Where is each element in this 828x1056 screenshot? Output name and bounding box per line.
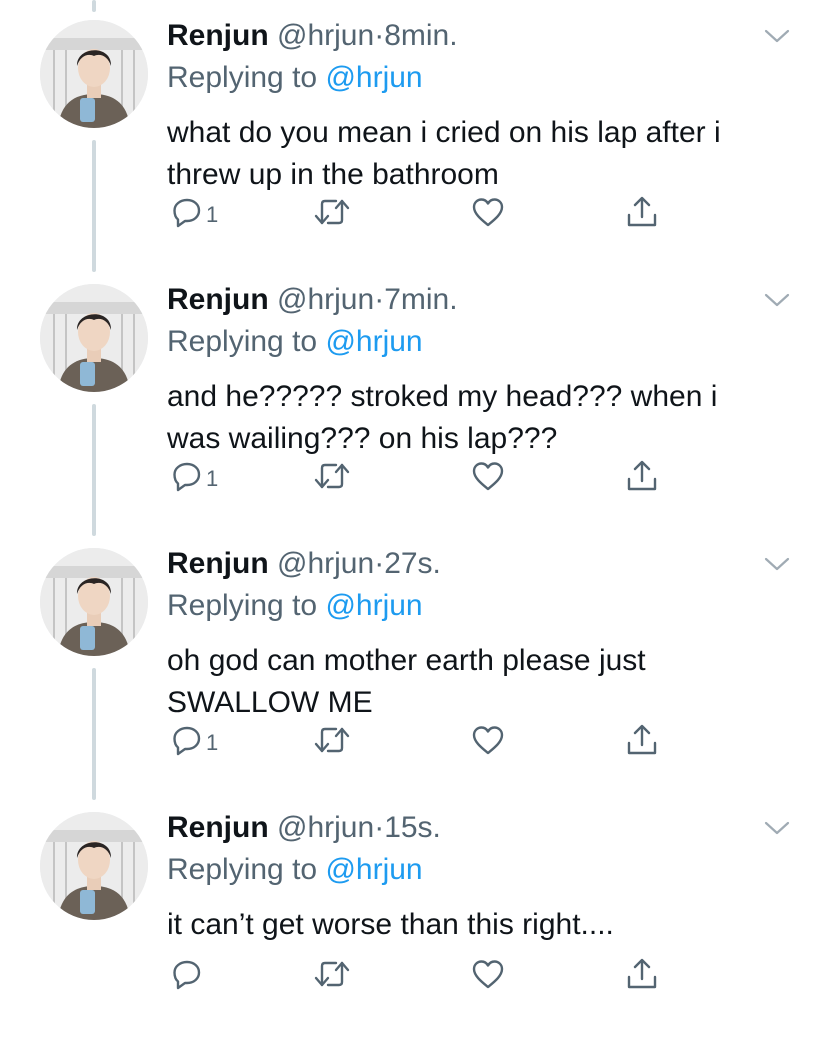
tweet-text: what do you mean i cried on his lap afte… bbox=[167, 116, 721, 191]
tweet-actions: 1 bbox=[167, 722, 667, 758]
replying-to-line: Replying to @hrjun bbox=[167, 851, 787, 889]
replying-to-link[interactable]: @hrjun bbox=[325, 325, 422, 358]
share-icon bbox=[627, 460, 657, 491]
separator-dot: · bbox=[374, 283, 385, 316]
reply-button[interactable]: 1 bbox=[171, 722, 218, 758]
heart-icon bbox=[472, 960, 504, 989]
reply-icon bbox=[173, 198, 201, 228]
replying-to-line: Replying to @hrjun bbox=[167, 323, 787, 361]
separator-dot: · bbox=[374, 811, 385, 844]
display-name[interactable]: Renjun bbox=[167, 19, 269, 52]
share-button[interactable] bbox=[625, 458, 659, 494]
replying-to-link[interactable]: @hrjun bbox=[325, 589, 422, 622]
tweet-header: Renjun @hrjun·8min. bbox=[167, 17, 787, 55]
share-button[interactable] bbox=[625, 722, 659, 758]
avatar[interactable] bbox=[40, 812, 148, 920]
tweet-header: Renjun @hrjun·27s. bbox=[167, 545, 787, 583]
reply-icon bbox=[173, 726, 201, 756]
tweet-text: oh god can mother earth please just SWAL… bbox=[167, 644, 646, 719]
tweet[interactable]: Renjun @hrjun·27s. Replying to @hrjun oh… bbox=[0, 528, 828, 792]
reply-count: 1 bbox=[206, 202, 219, 227]
tweet-text: and he????? stroked my head??? when i wa… bbox=[167, 380, 718, 455]
retweet-button[interactable] bbox=[313, 458, 351, 494]
like-button[interactable] bbox=[471, 956, 505, 992]
replying-to-link[interactable]: @hrjun bbox=[325, 853, 422, 886]
chevron-down-icon[interactable] bbox=[764, 292, 790, 308]
like-button[interactable] bbox=[471, 194, 505, 230]
reply-count: 1 bbox=[206, 466, 219, 491]
retweet-button[interactable] bbox=[313, 956, 351, 992]
share-icon bbox=[627, 196, 657, 227]
user-handle[interactable]: @hrjun bbox=[277, 19, 374, 52]
tweet[interactable]: Renjun @hrjun·8min. Replying to @hrjun w… bbox=[0, 0, 828, 264]
share-icon bbox=[627, 958, 657, 989]
replying-prefix: Replying to bbox=[167, 61, 318, 94]
retweet-icon bbox=[314, 727, 350, 753]
replying-prefix: Replying to bbox=[167, 853, 318, 886]
timestamp[interactable]: 27s. bbox=[384, 547, 441, 580]
chevron-down-icon[interactable] bbox=[764, 820, 790, 836]
display-name[interactable]: Renjun bbox=[167, 547, 269, 580]
user-handle[interactable]: @hrjun bbox=[277, 283, 374, 316]
heart-icon bbox=[472, 462, 504, 491]
retweet-icon bbox=[314, 961, 350, 987]
replying-prefix: Replying to bbox=[167, 325, 318, 358]
retweet-button[interactable] bbox=[313, 194, 351, 230]
user-handle[interactable]: @hrjun bbox=[277, 811, 374, 844]
like-button[interactable] bbox=[471, 458, 505, 494]
heart-icon bbox=[472, 198, 504, 227]
tweet-actions bbox=[167, 956, 667, 992]
retweet-icon bbox=[314, 463, 350, 489]
tweet-header: Renjun @hrjun·7min. bbox=[167, 281, 787, 319]
replying-to-line: Replying to @hrjun bbox=[167, 59, 787, 97]
chevron-down-icon[interactable] bbox=[764, 28, 790, 44]
timestamp[interactable]: 15s. bbox=[384, 811, 441, 844]
reply-button[interactable] bbox=[171, 956, 206, 992]
timestamp[interactable]: 8min. bbox=[384, 19, 457, 52]
heart-icon bbox=[472, 726, 504, 755]
share-button[interactable] bbox=[625, 956, 659, 992]
tweet[interactable]: Renjun @hrjun·7min. Replying to @hrjun a… bbox=[0, 264, 828, 528]
tweet-actions: 1 bbox=[167, 458, 667, 494]
replying-to-link[interactable]: @hrjun bbox=[325, 61, 422, 94]
avatar[interactable] bbox=[40, 548, 148, 656]
tweet-text: it can’t get worse than this right.... bbox=[167, 908, 614, 941]
reply-button[interactable]: 1 bbox=[171, 194, 218, 230]
avatar[interactable] bbox=[40, 284, 148, 392]
reply-button[interactable]: 1 bbox=[171, 458, 218, 494]
replying-prefix: Replying to bbox=[167, 589, 318, 622]
tweet-header: Renjun @hrjun·15s. bbox=[167, 809, 787, 847]
tweet[interactable]: Renjun @hrjun·15s. Replying to @hrjun it… bbox=[0, 792, 828, 1056]
timestamp[interactable]: 7min. bbox=[384, 283, 457, 316]
separator-dot: · bbox=[374, 19, 385, 52]
retweet-button[interactable] bbox=[313, 722, 351, 758]
avatar[interactable] bbox=[40, 20, 148, 128]
retweet-icon bbox=[314, 199, 350, 225]
user-handle[interactable]: @hrjun bbox=[277, 547, 374, 580]
chevron-down-icon[interactable] bbox=[764, 556, 790, 572]
reply-icon bbox=[173, 960, 201, 990]
share-button[interactable] bbox=[625, 194, 659, 230]
share-icon bbox=[627, 724, 657, 755]
display-name[interactable]: Renjun bbox=[167, 283, 269, 316]
separator-dot: · bbox=[374, 547, 385, 580]
reply-count: 1 bbox=[206, 730, 219, 755]
like-button[interactable] bbox=[471, 722, 505, 758]
tweet-actions: 1 bbox=[167, 194, 667, 230]
reply-icon bbox=[173, 462, 201, 492]
replying-to-line: Replying to @hrjun bbox=[167, 587, 787, 625]
display-name[interactable]: Renjun bbox=[167, 811, 269, 844]
